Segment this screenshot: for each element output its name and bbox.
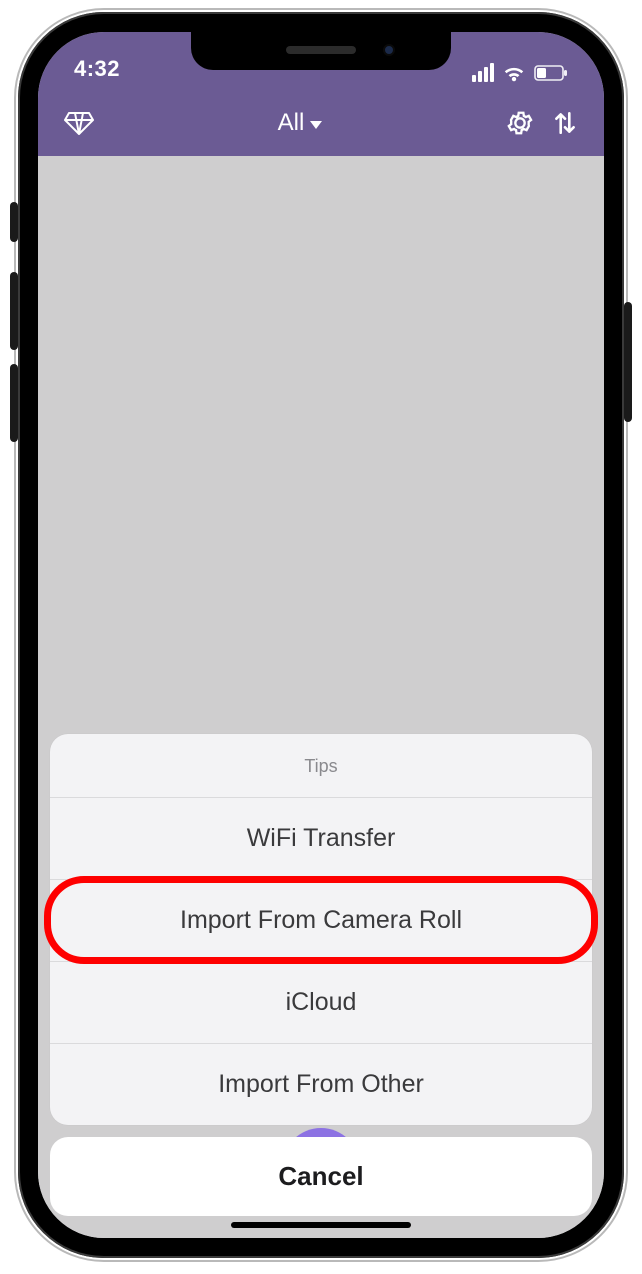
home-indicator[interactable] — [231, 1222, 411, 1228]
mute-switch — [10, 202, 18, 242]
settings-gear-icon[interactable] — [506, 109, 534, 137]
premium-diamond-icon[interactable] — [64, 110, 94, 136]
front-camera — [383, 44, 395, 56]
notch — [191, 32, 451, 70]
action-sheet: Tips WiFi Transfer Import From Camera Ro… — [50, 734, 592, 1216]
navbar-title-dropdown[interactable]: All — [278, 109, 323, 137]
volume-down-button — [10, 364, 18, 442]
navbar: All — [38, 90, 604, 156]
sort-transfer-icon[interactable] — [552, 109, 578, 137]
action-option-import-other[interactable]: Import From Other — [50, 1044, 592, 1125]
status-time: 4:32 — [74, 56, 120, 82]
battery-icon — [534, 65, 568, 81]
cellular-signal-icon — [470, 63, 494, 82]
navbar-title: All — [278, 109, 305, 137]
volume-up-button — [10, 272, 18, 350]
device-frame: 4:32 — [18, 12, 624, 1258]
caret-down-icon — [310, 121, 322, 129]
action-sheet-cancel[interactable]: Cancel — [50, 1137, 592, 1216]
action-sheet-header: Tips — [50, 734, 592, 798]
action-option-icloud[interactable]: iCloud — [50, 962, 592, 1044]
screen: 4:32 — [38, 32, 604, 1238]
wifi-icon — [502, 64, 526, 82]
action-option-import-camera-roll[interactable]: Import From Camera Roll — [50, 880, 592, 962]
speaker-grille — [286, 46, 356, 54]
power-button — [624, 302, 632, 422]
action-sheet-group: Tips WiFi Transfer Import From Camera Ro… — [50, 734, 592, 1125]
action-option-wifi-transfer[interactable]: WiFi Transfer — [50, 798, 592, 880]
